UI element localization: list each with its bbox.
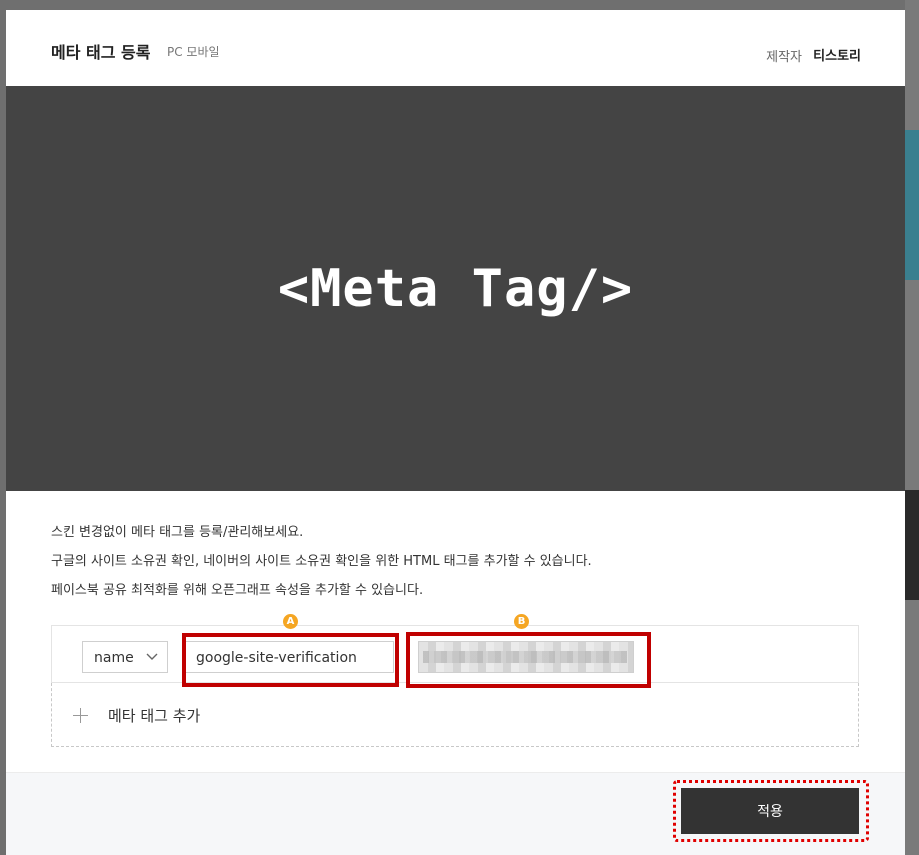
badge-a: A [283,614,298,629]
add-meta-tag-button[interactable]: 메타 태그 추가 [51,683,859,747]
apply-highlight [673,780,869,842]
author-name: 티스토리 [813,49,861,64]
highlight-box-b [406,632,651,688]
plus-icon [73,708,88,723]
description-line-1: 스킨 변경없이 메타 태그를 등록/관리해보세요. [51,525,304,540]
badge-b: B [514,614,529,629]
add-meta-tag-label: 메타 태그 추가 [108,707,201,725]
modal-title: 메타 태그 등록 [51,43,151,62]
description-line-3: 페이스북 공유 최적화를 위해 오픈그래프 속성을 추가할 수 있습니다. [51,583,424,598]
modal-header: 메타 태그 등록 PC 모바일 제작자 티스토리 [6,10,905,86]
modal-footer: 적용 [6,772,905,855]
modal-subtitle: PC 모바일 [167,45,220,59]
meta-tag-modal: 메타 태그 등록 PC 모바일 제작자 티스토리 <Meta Tag/> 스킨 … [6,10,905,855]
attribute-select[interactable]: name [82,641,168,673]
chevron-down-icon [146,653,158,660]
description-line-2: 구글의 사이트 소유권 확인, 네이버의 사이트 소유권 확인을 위한 HTML… [51,554,592,569]
highlight-box-a [182,633,399,687]
attribute-select-value: name [94,650,134,666]
banner-text: <Meta Tag/> [277,258,634,319]
meta-tag-banner: <Meta Tag/> [6,86,905,491]
author-label: 제작자 [766,50,802,65]
background-page-strip [905,0,919,855]
